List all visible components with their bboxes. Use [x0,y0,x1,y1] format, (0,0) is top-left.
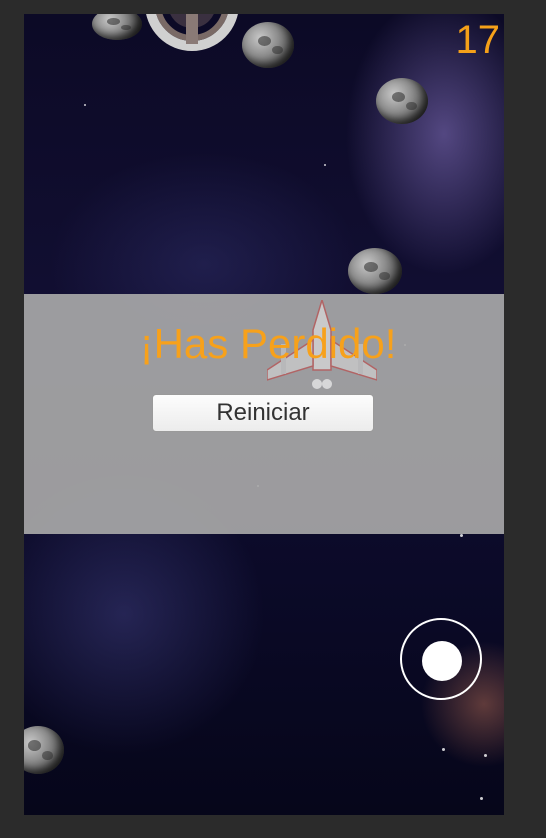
score-counter: 17 [455,18,501,62]
app-window: 17 ¡Has Perdido! Reiniciar [0,0,546,838]
asteroid-icon [24,726,64,774]
game-viewport[interactable]: 17 ¡Has Perdido! Reiniciar [24,14,504,815]
game-over-title: ¡Has Perdido! [139,320,397,367]
asteroid-icon [92,14,142,40]
asteroid-icon [348,248,402,294]
joystick-knob[interactable] [422,641,462,681]
asteroid-icon [376,78,428,124]
virtual-joystick-icon[interactable] [400,618,482,700]
restart-button[interactable]: Reiniciar [152,394,374,432]
asteroid-icon [242,22,294,68]
space-station-icon [146,14,238,51]
